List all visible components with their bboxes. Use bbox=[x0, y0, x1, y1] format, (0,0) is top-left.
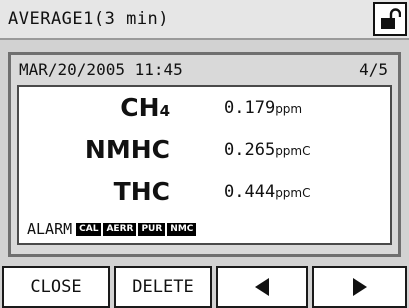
button-bar: CLOSE DELETE bbox=[0, 266, 409, 308]
next-page-button[interactable] bbox=[312, 266, 407, 308]
close-button[interactable]: CLOSE bbox=[2, 266, 110, 308]
previous-page-button[interactable] bbox=[216, 266, 308, 308]
title-bar: AVERAGE1(3 min) bbox=[0, 0, 409, 40]
measurement-row-nmhc: NMHC 0.265ppmC bbox=[19, 135, 390, 169]
measurement-row-thc: THC 0.444ppmC bbox=[19, 177, 390, 211]
record-panel: MAR/20/2005 11:45 4/5 CH4 0.179ppm NMHC … bbox=[8, 52, 401, 257]
gas-unit: ppmC bbox=[275, 186, 311, 200]
left-arrow-icon bbox=[255, 278, 269, 296]
gas-reading: 0.265ppmC bbox=[224, 139, 311, 162]
alarm-row: ALARM CAL AERR PUR NMC bbox=[27, 220, 198, 238]
gas-reading: 0.444ppmC bbox=[224, 181, 311, 204]
lock-button[interactable] bbox=[373, 2, 407, 36]
unlock-icon bbox=[381, 8, 401, 29]
record-datetime: MAR/20/2005 11:45 bbox=[19, 60, 183, 79]
alarm-badge-cal: CAL bbox=[76, 222, 102, 236]
gas-name: NMHC bbox=[84, 135, 170, 164]
gas-value: 0.444 bbox=[224, 182, 276, 202]
page-indicator: 4/5 bbox=[359, 60, 388, 79]
alarm-badge-aerr: AERR bbox=[103, 222, 137, 236]
gas-value: 0.179 bbox=[224, 98, 276, 118]
screen-title: AVERAGE1(3 min) bbox=[8, 9, 170, 29]
alarm-badge-nmc: NMC bbox=[167, 222, 197, 236]
gas-value: 0.265 bbox=[224, 140, 276, 160]
measurement-display: CH4 0.179ppm NMHC 0.265ppmC THC 0.444ppm… bbox=[17, 85, 392, 245]
gas-unit: ppmC bbox=[275, 144, 311, 158]
alarm-badge-pur: PUR bbox=[138, 222, 166, 236]
gas-name: THC bbox=[113, 177, 170, 206]
gas-reading: 0.179ppm bbox=[224, 97, 302, 120]
delete-button[interactable]: DELETE bbox=[114, 266, 212, 308]
gas-unit: ppm bbox=[275, 102, 303, 116]
measurement-row-ch4: CH4 0.179ppm bbox=[19, 93, 390, 127]
alarm-label: ALARM bbox=[27, 220, 73, 238]
right-arrow-icon bbox=[352, 278, 367, 296]
gas-name: CH4 bbox=[120, 93, 170, 122]
